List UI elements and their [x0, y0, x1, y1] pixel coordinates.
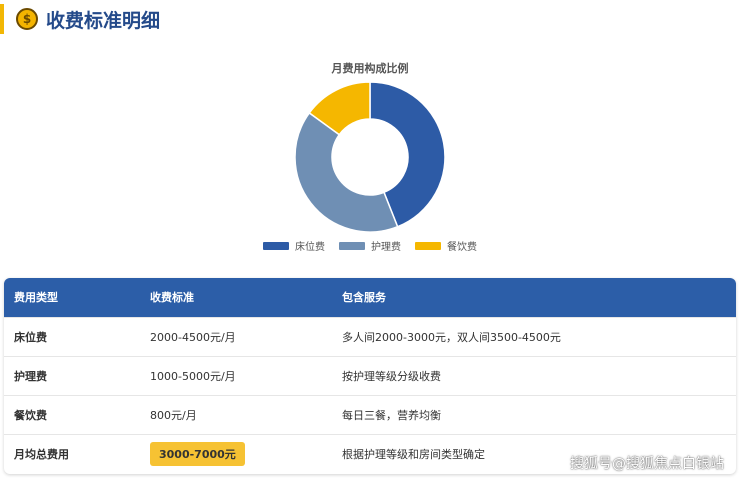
row-service: 每日三餐，营养均衡: [332, 394, 736, 434]
row-type: 月均总费用: [4, 433, 140, 473]
row-price-cell: 3000-7000元: [140, 433, 332, 473]
row-price: 800元/月: [140, 394, 332, 434]
legend-label: 床位费: [295, 242, 325, 253]
row-type: 餐饮费: [4, 394, 140, 434]
watermark: 搜狐号@搜狐焦点白银站: [570, 456, 724, 472]
legend-swatch: [339, 241, 365, 250]
row-service: 按护理等级分级收费: [332, 355, 736, 395]
legend-item-meal[interactable]: 餐饮费: [415, 238, 477, 253]
donut-chart: [294, 81, 446, 233]
legend-item-nursing[interactable]: 护理费: [339, 238, 401, 253]
row-type: 床位费: [4, 316, 140, 356]
row-price: 1000-5000元/月: [140, 355, 332, 395]
legend-label: 护理费: [371, 242, 401, 253]
fee-table-card: 费用类型 收费标准 包含服务 床位费 2000-4500元/月 多人间2000-…: [4, 278, 736, 474]
fee-table: 费用类型 收费标准 包含服务 床位费 2000-4500元/月 多人间2000-…: [4, 278, 736, 473]
table-row: 床位费 2000-4500元/月 多人间2000-3000元，双人间3500-4…: [4, 316, 736, 356]
legend-label: 餐饮费: [447, 242, 477, 253]
column-header-type: 费用类型: [4, 278, 140, 317]
legend-swatch: [415, 241, 441, 250]
column-header-price: 收费标准: [140, 278, 332, 317]
fee-composition-chart: 月费用构成比例 床位费 护理费 餐饮费: [0, 0, 740, 270]
row-type: 护理费: [4, 355, 140, 395]
total-price-badge: 3000-7000元: [150, 441, 245, 466]
row-service: 多人间2000-3000元，双人间3500-4500元: [332, 316, 736, 356]
legend-swatch: [263, 241, 289, 250]
table-header-row: 费用类型 收费标准 包含服务: [4, 278, 736, 317]
slice-nursing-fee[interactable]: [294, 111, 399, 233]
table-row: 护理费 1000-5000元/月 按护理等级分级收费: [4, 355, 736, 395]
column-header-service: 包含服务: [332, 278, 736, 317]
row-price: 2000-4500元/月: [140, 316, 332, 356]
legend-item-bed[interactable]: 床位费: [263, 238, 325, 253]
chart-legend: 床位费 护理费 餐饮费: [0, 238, 740, 253]
table-row: 餐饮费 800元/月 每日三餐，营养均衡: [4, 394, 736, 434]
